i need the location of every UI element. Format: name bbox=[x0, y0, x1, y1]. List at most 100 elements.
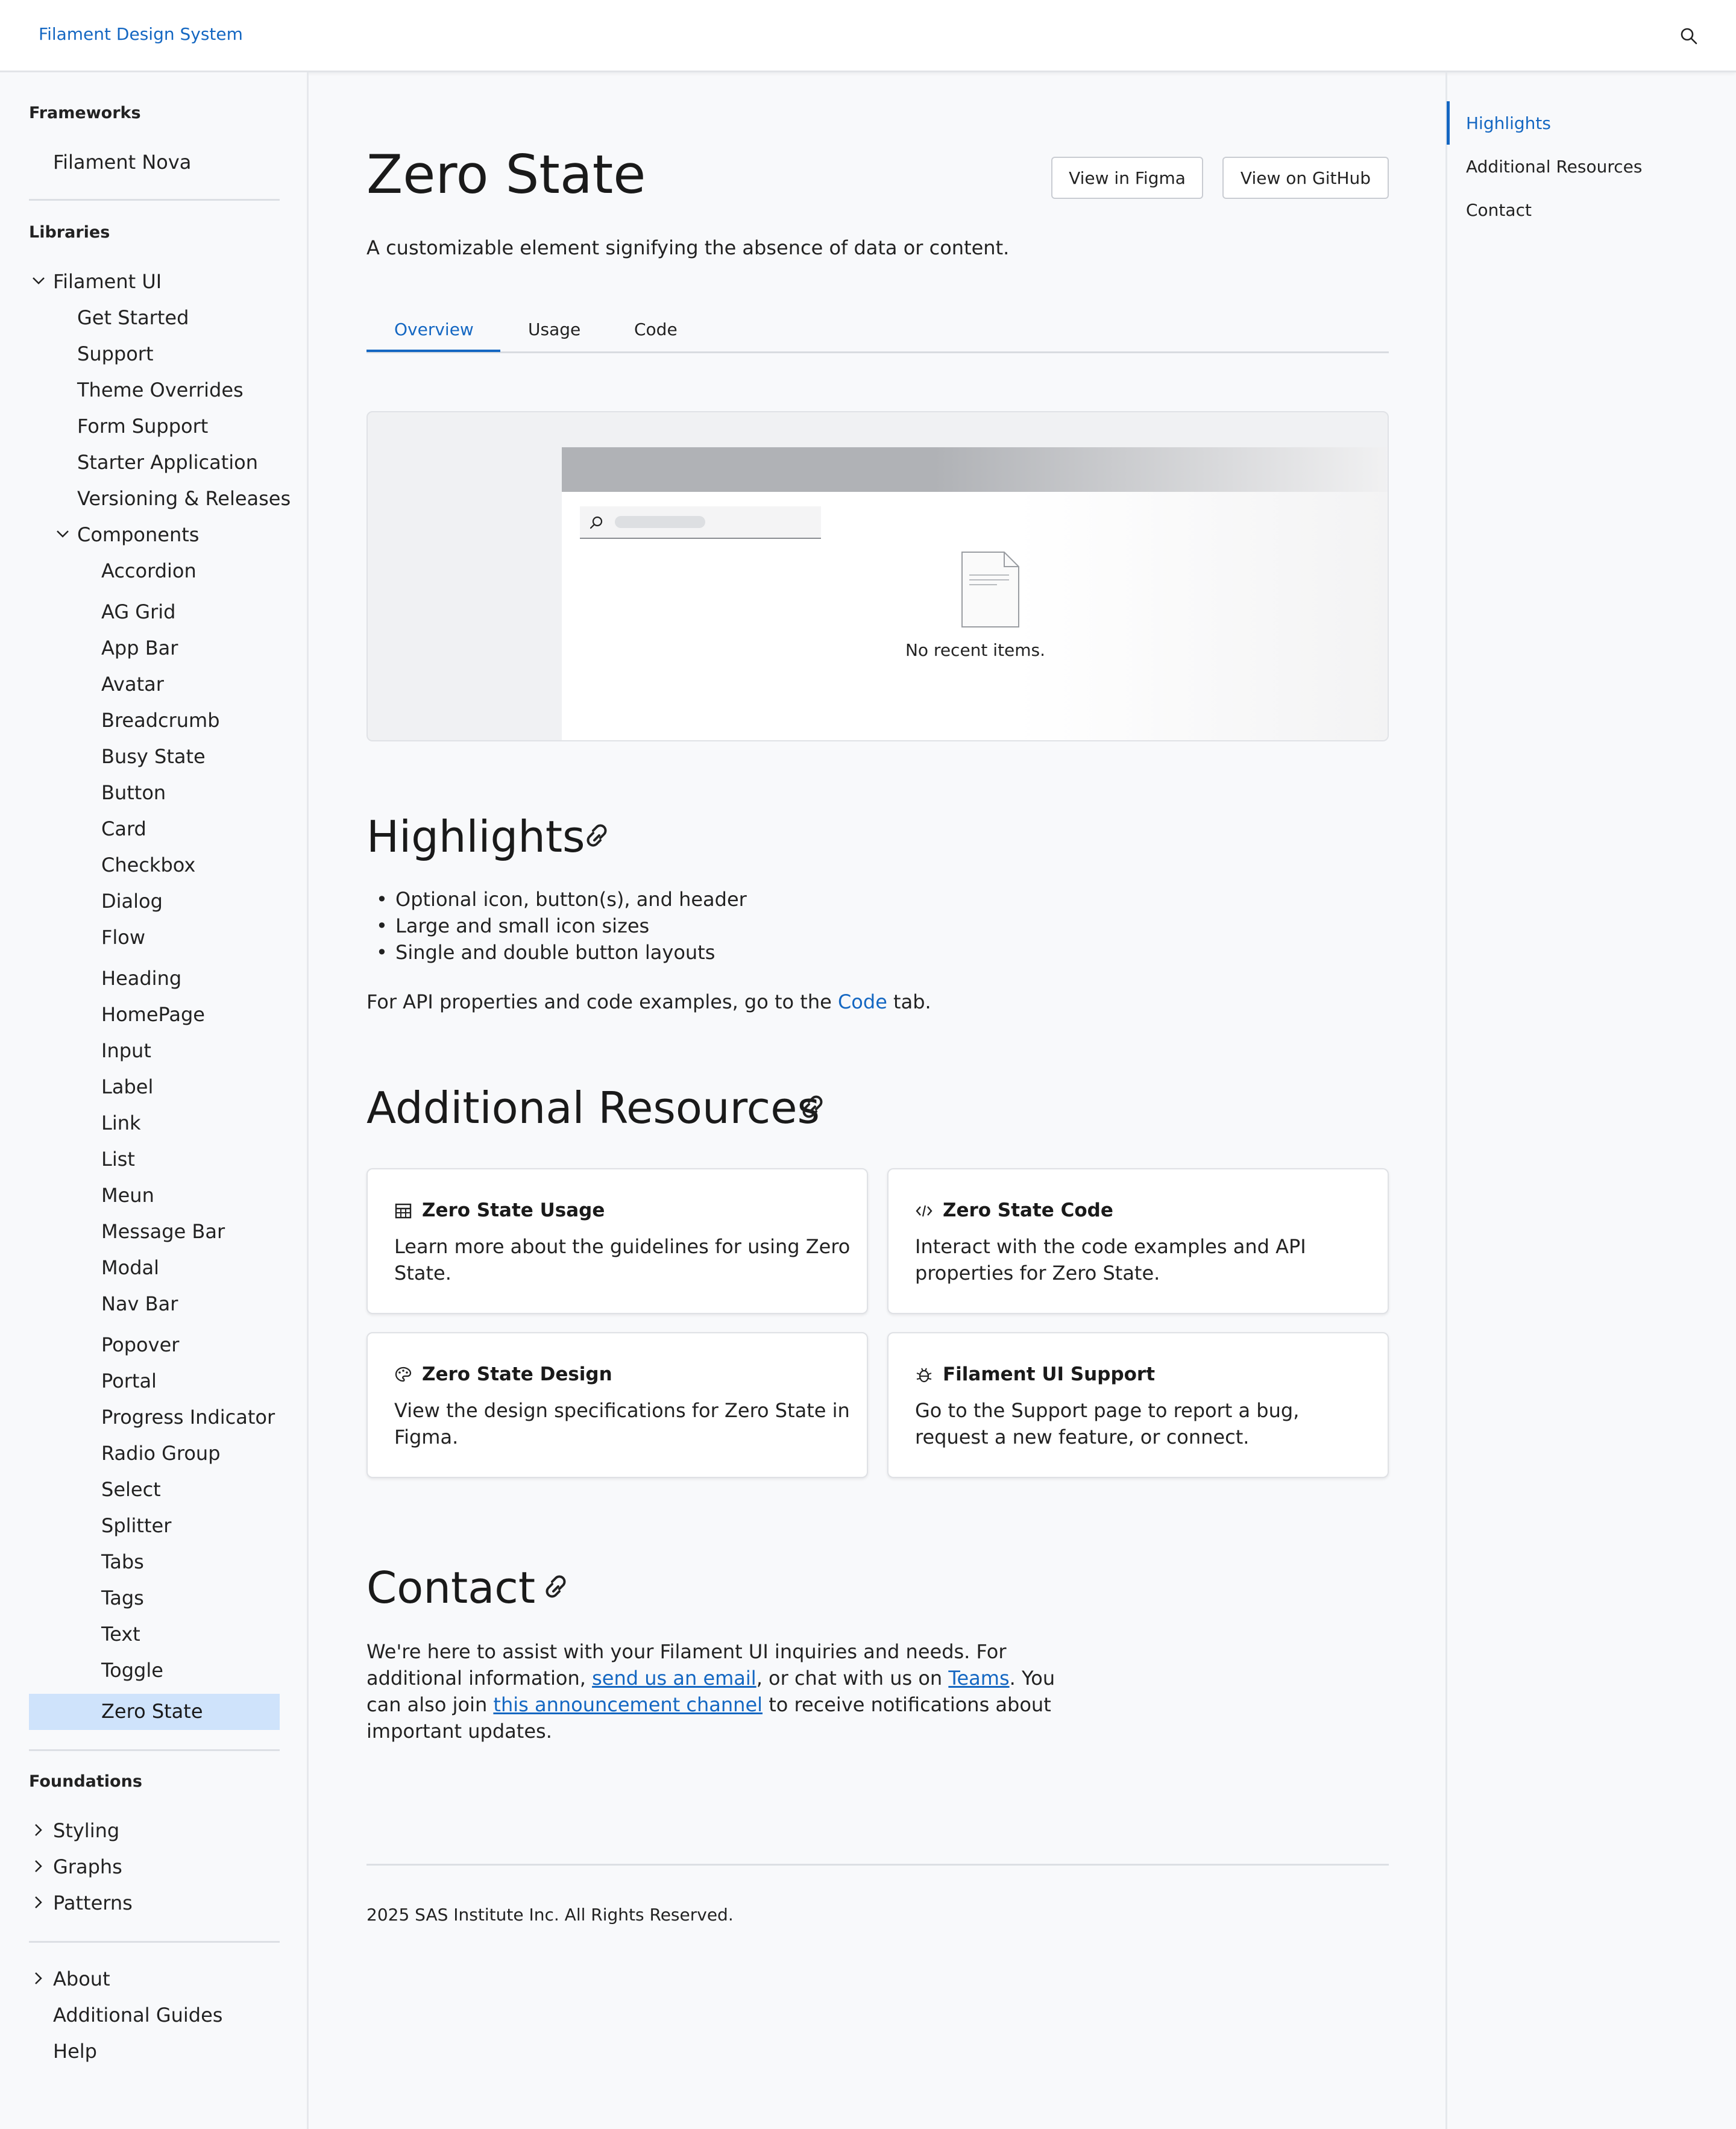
announcement-channel-link[interactable]: this announcement channel bbox=[493, 1693, 763, 1716]
toc-active-indicator bbox=[1447, 101, 1450, 145]
sidebar-item-support[interactable]: Support bbox=[77, 342, 154, 365]
sidebar-item-form-support[interactable]: Form Support bbox=[77, 415, 208, 438]
sidebar-item-select[interactable]: Select bbox=[101, 1478, 161, 1501]
preview-window: No recent items. bbox=[562, 447, 1388, 740]
sidebar-item-splitter[interactable]: Splitter bbox=[101, 1514, 171, 1537]
chevron-down-icon[interactable] bbox=[30, 272, 47, 289]
sidebar-item-input[interactable]: Input bbox=[101, 1039, 151, 1062]
tab-usage[interactable]: Usage bbox=[528, 319, 580, 339]
code-tab-link[interactable]: Code bbox=[838, 990, 887, 1013]
sidebar-item-patterns[interactable]: Patterns bbox=[53, 1892, 133, 1914]
sidebar-item-modal[interactable]: Modal bbox=[101, 1256, 159, 1279]
sidebar-item-styling[interactable]: Styling bbox=[53, 1819, 119, 1842]
highlights-list: Optional icon, button(s), and header Lar… bbox=[374, 886, 747, 966]
contact-heading: Contact bbox=[366, 1562, 536, 1613]
chevron-right-icon[interactable] bbox=[30, 1894, 47, 1911]
resource-card-usage[interactable]: Zero State Usage Learn more about the gu… bbox=[366, 1168, 868, 1314]
sidebar-item-theme-overrides[interactable]: Theme Overrides bbox=[77, 379, 244, 401]
sidebar-item-card[interactable]: Card bbox=[101, 817, 146, 840]
sidebar-item-app-bar[interactable]: App Bar bbox=[101, 637, 178, 659]
sidebar-item-flow[interactable]: Flow bbox=[101, 926, 145, 949]
sidebar-item-accordion[interactable]: Accordion bbox=[101, 559, 197, 582]
chevron-right-icon[interactable] bbox=[30, 1858, 47, 1875]
preview-titlebar bbox=[562, 447, 1388, 492]
resource-card-design[interactable]: Zero State Design View the design specif… bbox=[366, 1332, 868, 1478]
card-description: Go to the Support page to report a bug, … bbox=[915, 1399, 1300, 1448]
sidebar-item-dialog[interactable]: Dialog bbox=[101, 890, 163, 913]
chevron-right-icon[interactable] bbox=[30, 1970, 47, 1987]
sidebar-item-nav-bar[interactable]: Nav Bar bbox=[101, 1292, 178, 1315]
card-description: Interact with the code examples and API … bbox=[915, 1235, 1306, 1285]
link-icon[interactable] bbox=[580, 821, 614, 855]
toc-item-contact[interactable]: Contact bbox=[1466, 200, 1532, 220]
sidebar-item-message-bar[interactable]: Message Bar bbox=[101, 1220, 225, 1243]
contact-paragraph: We're here to assist with your Filament … bbox=[366, 1638, 1090, 1744]
sidebar-item-breadcrumb[interactable]: Breadcrumb bbox=[101, 709, 220, 732]
search-icon[interactable] bbox=[1679, 27, 1699, 46]
sidebar-item-button[interactable]: Button bbox=[101, 781, 166, 804]
resource-card-code[interactable]: Zero State Code Interact with the code e… bbox=[887, 1168, 1389, 1314]
sidebar-item-link[interactable]: Link bbox=[101, 1112, 141, 1134]
sidebar-item-tags[interactable]: Tags bbox=[101, 1587, 144, 1609]
sidebar-item-popover[interactable]: Popover bbox=[101, 1333, 179, 1356]
sidebar-item-checkbox[interactable]: Checkbox bbox=[101, 854, 195, 876]
sidebar-item-starter-application[interactable]: Starter Application bbox=[77, 451, 258, 474]
sidebar-heading-libraries: Libraries bbox=[29, 223, 110, 242]
api-paragraph: For API properties and code examples, go… bbox=[366, 989, 931, 1015]
link-icon[interactable] bbox=[539, 1572, 573, 1606]
email-link[interactable]: send us an email bbox=[592, 1667, 756, 1690]
sidebar-item-progress-indicator[interactable]: Progress Indicator bbox=[101, 1406, 275, 1429]
chevron-right-icon[interactable] bbox=[30, 1822, 47, 1838]
sidebar-item-tabs[interactable]: Tabs bbox=[101, 1550, 144, 1573]
sidebar-item-about[interactable]: About bbox=[53, 1967, 110, 1990]
table-of-contents bbox=[1445, 72, 1736, 2129]
sidebar-item-components[interactable]: Components bbox=[77, 523, 199, 546]
sidebar-heading-foundations: Foundations bbox=[29, 1772, 142, 1791]
teams-link[interactable]: Teams bbox=[948, 1667, 1009, 1690]
sidebar-item-get-started[interactable]: Get Started bbox=[77, 306, 189, 329]
sidebar-item-zero-state[interactable]: Zero State bbox=[101, 1700, 203, 1723]
code-icon bbox=[916, 1205, 932, 1217]
chevron-down-icon[interactable] bbox=[54, 526, 71, 542]
highlights-heading: Highlights bbox=[366, 811, 585, 862]
sidebar-item-filament-ui[interactable]: Filament UI bbox=[53, 270, 162, 293]
sidebar-item-radio-group[interactable]: Radio Group bbox=[101, 1442, 221, 1465]
view-on-github-button[interactable]: View on GitHub bbox=[1222, 157, 1389, 199]
brand-link[interactable]: Filament Design System bbox=[39, 24, 243, 44]
tab-code[interactable]: Code bbox=[634, 319, 678, 339]
list-item: Single and double button layouts bbox=[374, 939, 747, 966]
sidebar-item-filament-nova[interactable]: Filament Nova bbox=[53, 151, 191, 174]
sidebar-item-label[interactable]: Label bbox=[101, 1075, 153, 1098]
sidebar-item-list[interactable]: List bbox=[101, 1148, 135, 1171]
tab-overview[interactable]: Overview bbox=[394, 319, 474, 339]
sidebar-item-toggle[interactable]: Toggle bbox=[101, 1659, 163, 1682]
table-icon bbox=[395, 1203, 412, 1219]
api-text-end: tab. bbox=[887, 990, 931, 1013]
tab-active-underline bbox=[366, 350, 500, 352]
preview-search-placeholder bbox=[615, 516, 705, 528]
sidebar-item-busy-state[interactable]: Busy State bbox=[101, 745, 206, 768]
sidebar-item-versioning[interactable]: Versioning & Releases bbox=[77, 487, 291, 510]
sidebar-item-text[interactable]: Text bbox=[101, 1623, 140, 1646]
bug-icon bbox=[916, 1368, 932, 1383]
toc-item-additional-resources[interactable]: Additional Resources bbox=[1466, 157, 1642, 177]
sidebar-item-heading[interactable]: Heading bbox=[101, 967, 181, 990]
sidebar-item-graphs[interactable]: Graphs bbox=[53, 1855, 122, 1878]
view-in-figma-button[interactable]: View in Figma bbox=[1051, 157, 1203, 199]
list-item: Large and small icon sizes bbox=[374, 913, 747, 939]
link-icon[interactable] bbox=[796, 1092, 829, 1126]
sidebar-item-avatar[interactable]: Avatar bbox=[101, 673, 164, 696]
sidebar-item-help[interactable]: Help bbox=[53, 2040, 97, 2063]
sidebar-item-homepage[interactable]: HomePage bbox=[101, 1003, 205, 1026]
tab-bar: Overview Usage Code bbox=[366, 313, 1389, 353]
sidebar-item-ag-grid[interactable]: AG Grid bbox=[101, 600, 175, 623]
resource-card-support[interactable]: Filament UI Support Go to the Support pa… bbox=[887, 1332, 1389, 1478]
sidebar-item-additional-guides[interactable]: Additional Guides bbox=[53, 2004, 222, 2027]
sidebar-item-portal[interactable]: Portal bbox=[101, 1370, 157, 1392]
api-text: For API properties and code examples, go… bbox=[366, 990, 838, 1013]
zero-state-message: No recent items. bbox=[905, 640, 1046, 660]
card-description: View the design specifications for Zero … bbox=[394, 1399, 850, 1448]
sidebar-item-meun[interactable]: Meun bbox=[101, 1184, 154, 1207]
footer-divider bbox=[366, 1864, 1389, 1866]
toc-item-highlights[interactable]: Highlights bbox=[1466, 113, 1551, 133]
